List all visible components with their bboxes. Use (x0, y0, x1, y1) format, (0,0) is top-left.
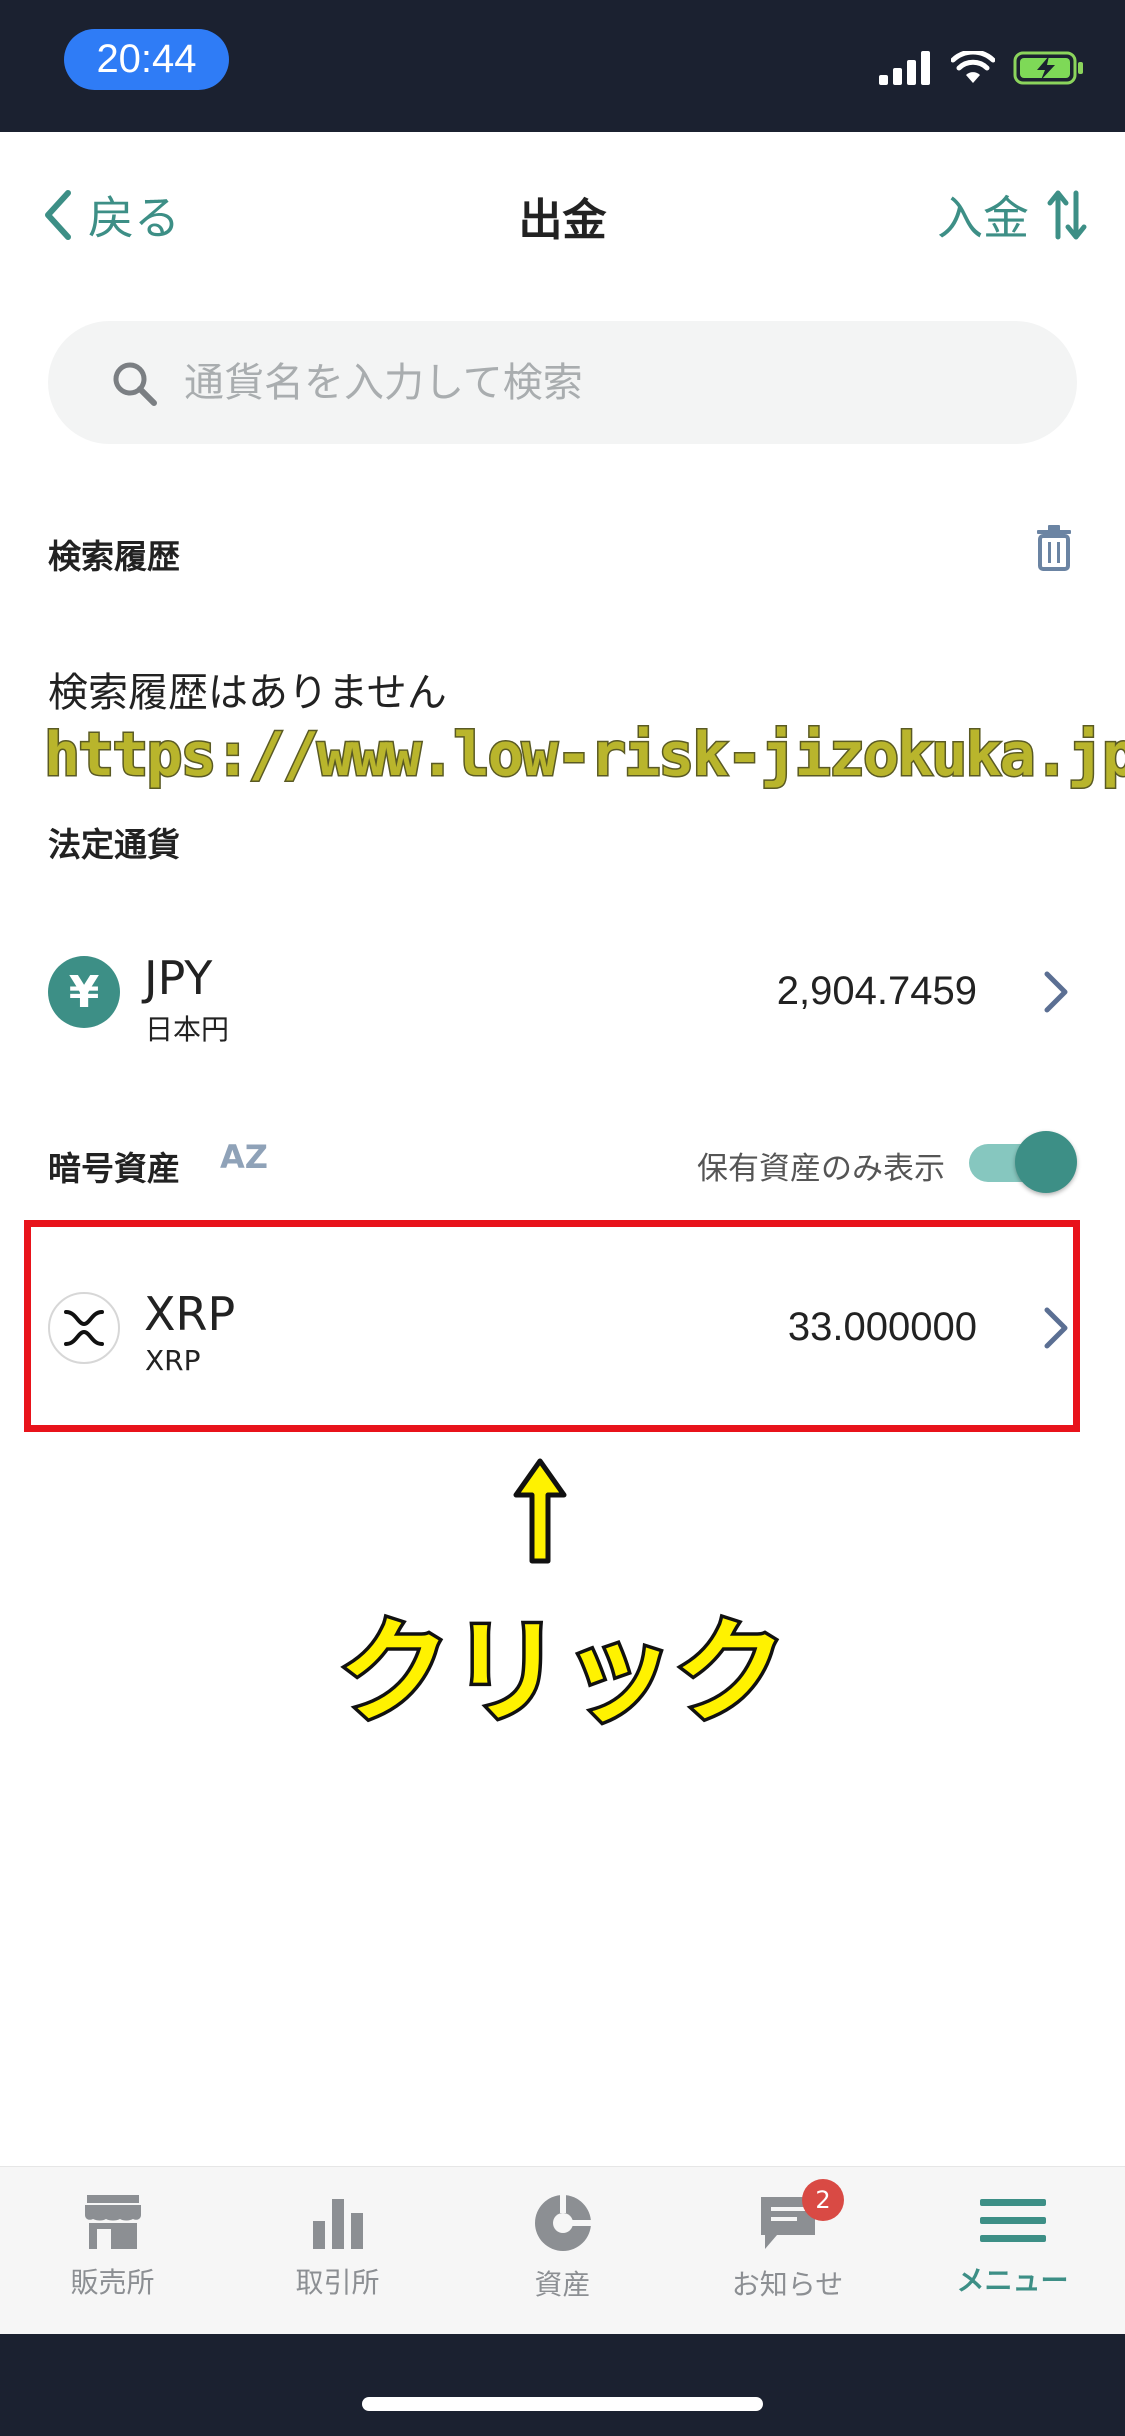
wifi-icon (951, 51, 995, 83)
clear-history-button[interactable] (1035, 525, 1073, 575)
bar-chart-icon (312, 2199, 363, 2249)
yen-glyph: ¥ (68, 966, 100, 1018)
home-indicator-area (0, 2334, 1125, 2436)
trash-icon (1037, 525, 1071, 571)
currency-row-jpy[interactable]: ¥ JPY 日本円 2,904.7459 (0, 907, 1125, 1077)
own-only-toggle[interactable] (969, 1131, 1077, 1193)
navigation-bar: 戻る 出金 入金 (0, 132, 1125, 292)
search-history-title: 検索履歴 (48, 537, 180, 576)
currency-amount: 2,904.7459 (776, 969, 977, 1013)
own-only-label: 保有資産のみ表示 (697, 1151, 945, 1187)
sort-az-icon: AZ (220, 1138, 268, 1176)
sort-az-button[interactable]: AZ (220, 1138, 268, 1176)
empty-history-text: 検索履歴はありません (48, 670, 447, 716)
search-bar[interactable] (48, 321, 1077, 444)
status-icons (879, 46, 1085, 90)
search-input[interactable] (184, 359, 944, 406)
status-bar: 20:44 (0, 0, 1125, 132)
crypto-section-title: 暗号資産 (48, 1149, 180, 1188)
tab-label: 販売所 (70, 2266, 155, 2299)
tab-label: お知らせ (731, 2268, 844, 2301)
tab-label: 資産 (534, 2268, 591, 2301)
annotation-arrow-up-icon (513, 1458, 567, 1564)
search-icon (113, 362, 157, 406)
tab-bar: 販売所 取引所 資産 2 お知らせ メニュー (0, 2166, 1125, 2334)
tab-menu[interactable]: メニュー (900, 2167, 1125, 2334)
currency-symbol: JPY (144, 951, 213, 1005)
store-icon (84, 2195, 141, 2249)
fiat-section-title: 法定通貨 (48, 825, 180, 864)
tab-store[interactable]: 販売所 (0, 2167, 225, 2334)
tab-notifications[interactable]: 2 お知らせ (675, 2167, 900, 2334)
menu-icon (979, 2199, 1046, 2242)
battery-charging-icon (1013, 51, 1083, 85)
cellular-signal-icon (879, 51, 930, 85)
deposit-label: 入金 (937, 191, 1029, 245)
annotation-click-label: クリック (335, 1605, 790, 1742)
status-time: 20:44 (64, 29, 229, 90)
tab-assets[interactable]: 資産 (450, 2167, 675, 2334)
tab-label: 取引所 (295, 2266, 380, 2299)
notification-badge: 2 (802, 2179, 844, 2221)
yen-coin-icon: ¥ (48, 956, 120, 1028)
tab-exchange[interactable]: 取引所 (225, 2167, 450, 2334)
currency-name: 日本円 (145, 1013, 230, 1046)
deposit-button[interactable]: 入金 (937, 182, 1087, 248)
chevron-right-icon (1044, 971, 1068, 1013)
pie-chart-icon (534, 2193, 593, 2251)
watermark-url: https://www.low-risk-jizokuka.jp/ (42, 719, 1125, 792)
tab-label: メニュー (956, 2264, 1069, 2297)
highlight-box (24, 1220, 1080, 1432)
toggle-knob (1015, 1131, 1077, 1193)
swap-arrows-icon (1047, 190, 1087, 240)
home-indicator[interactable] (362, 2397, 763, 2411)
